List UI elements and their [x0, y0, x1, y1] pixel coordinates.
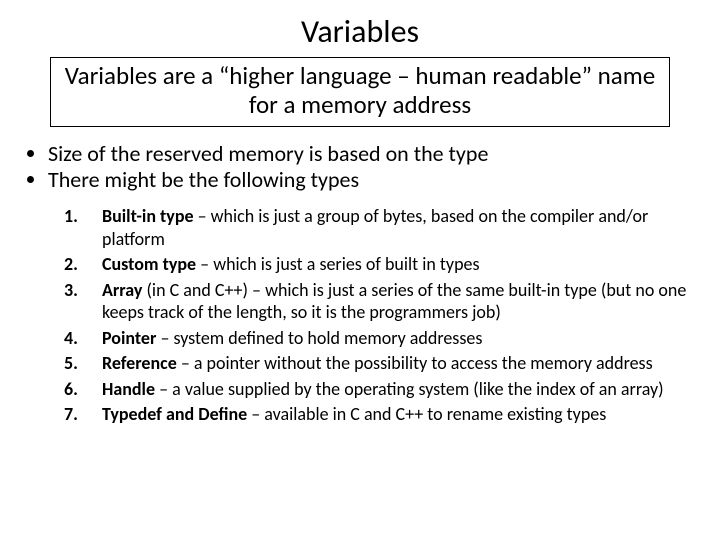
- list-number: 2.: [64, 253, 102, 276]
- list-item: 4. Pointer – system defined to hold memo…: [64, 327, 690, 350]
- list-item: 5. Reference – a pointer without the pos…: [64, 352, 690, 375]
- list-item: 1. Built-in type – which is just a group…: [64, 205, 690, 250]
- list-item: 7. Typedef and Define – available in C a…: [64, 403, 690, 426]
- list-number: 4.: [64, 327, 102, 350]
- list-text: Reference – a pointer without the possib…: [102, 352, 690, 375]
- bullet-list: Size of the reserved memory is based on …: [48, 141, 700, 194]
- bullet-item: Size of the reserved memory is based on …: [48, 141, 700, 167]
- list-text: Typedef and Define – available in C and …: [102, 403, 690, 426]
- list-item: 6. Handle – a value supplied by the oper…: [64, 378, 690, 401]
- list-number: 6.: [64, 378, 102, 401]
- list-item: 3. Array (in C and C++) – which is just …: [64, 279, 690, 324]
- list-number: 1.: [64, 205, 102, 228]
- list-text: Pointer – system defined to hold memory …: [102, 327, 690, 350]
- list-number: 3.: [64, 279, 102, 302]
- list-number: 7.: [64, 403, 102, 426]
- list-text: Custom type – which is just a series of …: [102, 253, 690, 276]
- bullet-item: There might be the following types: [48, 167, 700, 193]
- subtitle-text: Variables are a “higher language – human…: [59, 62, 661, 120]
- list-text: Built-in type – which is just a group of…: [102, 205, 690, 250]
- list-item: 2. Custom type – which is just a series …: [64, 253, 690, 276]
- numbered-list: 1. Built-in type – which is just a group…: [64, 205, 690, 426]
- list-number: 5.: [64, 352, 102, 375]
- list-text: Array (in C and C++) – which is just a s…: [102, 279, 690, 324]
- subtitle-box: Variables are a “higher language – human…: [50, 57, 670, 127]
- list-text: Handle – a value supplied by the operati…: [102, 378, 690, 401]
- slide-title: Variables: [20, 12, 700, 51]
